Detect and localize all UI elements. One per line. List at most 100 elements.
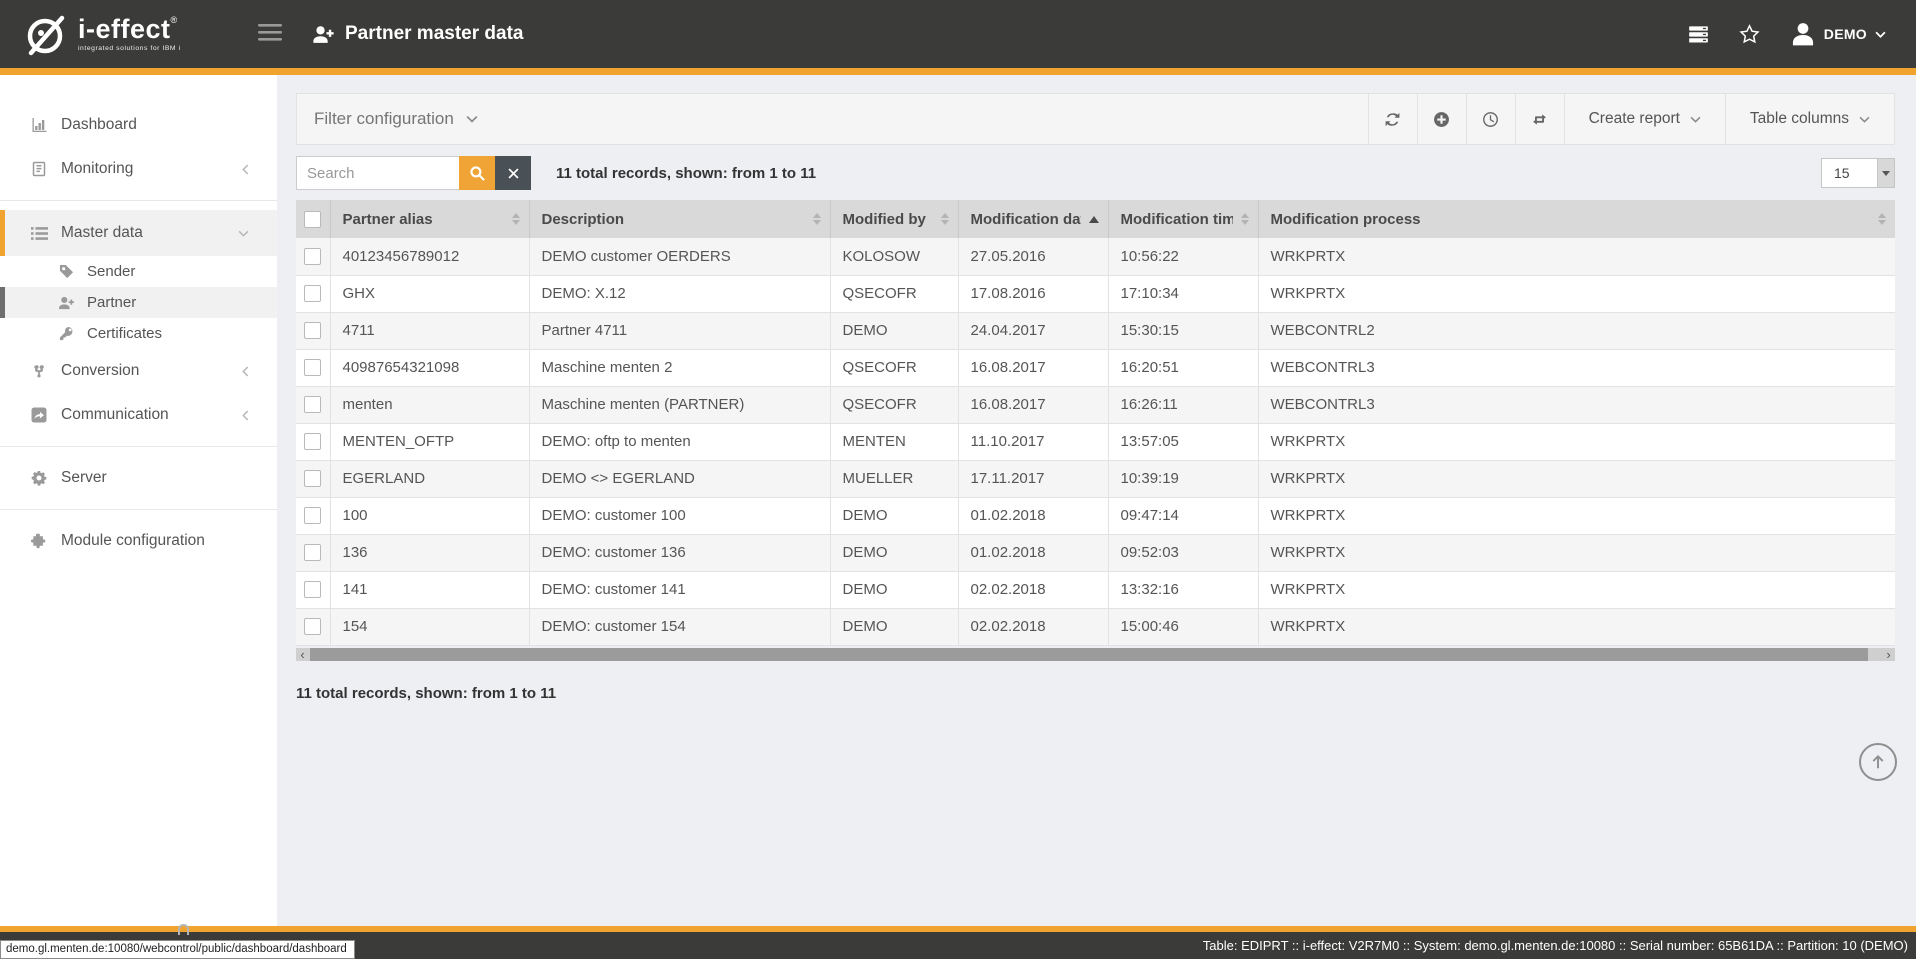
logo-text: i-effect® integrated solutions for IBM i (78, 16, 181, 53)
sidebar-item-sender[interactable]: Sender (0, 256, 277, 287)
clock-icon (1482, 111, 1499, 128)
cell-partner-alias: 136 (330, 534, 529, 571)
table-row[interactable]: mentenMaschine menten (PARTNER)QSECOFR16… (296, 386, 1895, 423)
column-header-description[interactable]: Description (529, 200, 830, 238)
user-menu-label: DEMO (1824, 26, 1867, 42)
cell-description: DEMO <> EGERLAND (529, 460, 830, 497)
search-button[interactable] (459, 156, 495, 190)
user-icon (1790, 21, 1816, 47)
table-row[interactable]: MENTEN_OFTPDEMO: oftp to mentenMENTEN11.… (296, 423, 1895, 460)
history-button[interactable] (1466, 94, 1515, 144)
refresh-button[interactable] (1368, 94, 1417, 144)
row-select-cell (296, 423, 330, 460)
sidebar-item-label: Sender (87, 263, 135, 280)
cell-description: DEMO: customer 136 (529, 534, 830, 571)
search-icon (469, 165, 486, 182)
sidebar-item-conversion[interactable]: Conversion (0, 349, 277, 393)
add-button[interactable] (1417, 94, 1466, 144)
select-all-checkbox[interactable] (304, 211, 321, 228)
sidebar-item-label: Communication (61, 406, 169, 424)
partner-table: Partner aliasDescriptionModified byModif… (296, 200, 1895, 646)
sidebar-item-master-data[interactable]: Master data (0, 210, 277, 256)
user-menu[interactable]: DEMO (1790, 21, 1886, 47)
cell-modified-by: QSECOFR (830, 386, 958, 423)
table-row[interactable]: 40123456789012DEMO customer OERDERSKOLOS… (296, 238, 1895, 275)
sidebar: DashboardMonitoring Master data Sender Part… (0, 75, 277, 926)
row-checkbox[interactable] (304, 359, 321, 376)
row-select-cell (296, 571, 330, 608)
records-summary-bottom: 11 total records, shown: from 1 to 11 (296, 685, 1895, 702)
cell-modification-process: WEBCONTRL3 (1258, 349, 1895, 386)
clear-search-button[interactable] (495, 156, 531, 190)
row-checkbox[interactable] (304, 618, 321, 635)
server-status-button[interactable] (1688, 26, 1709, 43)
gears-icon (29, 470, 49, 486)
table-row[interactable]: EGERLANDDEMO <> EGERLANDMUELLER17.11.201… (296, 460, 1895, 497)
scroll-left-arrow[interactable]: ‹ (296, 648, 309, 661)
cell-modification-process: WRKPRTX (1258, 460, 1895, 497)
cell-partner-alias: EGERLAND (330, 460, 529, 497)
table-row[interactable]: 136DEMO: customer 136DEMO01.02.201809:52… (296, 534, 1895, 571)
transfer-button[interactable] (1515, 94, 1564, 144)
sidebar-item-label: Master data (61, 224, 143, 242)
row-checkbox[interactable] (304, 433, 321, 450)
column-label: Partner alias (343, 211, 433, 228)
table-row[interactable]: 100DEMO: customer 100DEMO01.02.201809:47… (296, 497, 1895, 534)
cell-modification-process: WEBCONTRL2 (1258, 312, 1895, 349)
records-summary-top: 11 total records, shown: from 1 to 11 (556, 165, 816, 182)
cell-partner-alias: 40987654321098 (330, 349, 529, 386)
sidebar-item-server[interactable]: Server (0, 456, 277, 500)
table-row[interactable]: 4711Partner 4711DEMO24.04.201715:30:15WE… (296, 312, 1895, 349)
filter-configuration-dropdown[interactable]: Filter configuration (297, 94, 1368, 144)
chevron-down-icon (1859, 116, 1870, 123)
scroll-right-arrow[interactable]: › (1882, 648, 1895, 661)
column-header-modification-time[interactable]: Modification time (1108, 200, 1258, 238)
row-checkbox[interactable] (304, 470, 321, 487)
menu-toggle-button[interactable] (256, 24, 284, 44)
column-header-modification-process[interactable]: Modification process (1258, 200, 1895, 238)
scrollbar-thumb[interactable] (310, 648, 1868, 661)
column-header-partner-alias[interactable]: Partner alias (330, 200, 529, 238)
page-size-value: 15 (1822, 159, 1877, 187)
row-checkbox[interactable] (304, 396, 321, 413)
cell-modification-time: 13:32:16 (1108, 571, 1258, 608)
cell-modification-time: 10:56:22 (1108, 238, 1258, 275)
filter-toolbar: Filter configuration Create report Table… (296, 93, 1895, 145)
cell-modification-date: 17.08.2016 (958, 275, 1108, 312)
select-all-header (296, 200, 330, 238)
cell-modification-date: 16.08.2017 (958, 386, 1108, 423)
row-checkbox[interactable] (304, 285, 321, 302)
row-checkbox[interactable] (304, 322, 321, 339)
table-row[interactable]: 40987654321098Maschine menten 2QSECOFR16… (296, 349, 1895, 386)
page-size-select[interactable]: 15 (1821, 158, 1895, 188)
table-row[interactable]: GHXDEMO: X.12QSECOFR17.08.201617:10:34WR… (296, 275, 1895, 312)
cell-description: Maschine menten (PARTNER) (529, 386, 830, 423)
row-checkbox[interactable] (304, 544, 321, 561)
sidebar-item-communication[interactable]: Communication (0, 393, 277, 437)
scroll-to-top-button[interactable] (1859, 743, 1897, 781)
row-checkbox[interactable] (304, 507, 321, 524)
table-row[interactable]: 141DEMO: customer 141DEMO02.02.201813:32… (296, 571, 1895, 608)
chevron-left-icon (242, 366, 249, 377)
share-icon (29, 407, 49, 423)
sidebar-item-certificates[interactable]: Certificates (0, 318, 277, 349)
favorites-button[interactable] (1739, 24, 1760, 44)
sidebar-item-label: Certificates (87, 325, 162, 342)
sidebar-item-partner[interactable]: Partner (0, 287, 277, 318)
horizontal-scrollbar[interactable]: ‹ › (296, 648, 1895, 661)
table-columns-button[interactable]: Table columns (1725, 94, 1894, 144)
sidebar-item-module-configuration[interactable]: Module configuration (0, 519, 277, 563)
cell-modification-date: 24.04.2017 (958, 312, 1108, 349)
column-header-modified-by[interactable]: Modified by (830, 200, 958, 238)
accent-stripe-top (0, 68, 1916, 75)
table-row[interactable]: 154DEMO: customer 154DEMO02.02.201815:00… (296, 608, 1895, 645)
row-checkbox[interactable] (304, 581, 321, 598)
column-header-modification-date[interactable]: Modification date (958, 200, 1108, 238)
row-checkbox[interactable] (304, 248, 321, 265)
chevron-down-icon (1690, 116, 1701, 123)
sidebar-item-dashboard[interactable]: Dashboard (0, 103, 277, 147)
search-input[interactable] (296, 156, 459, 190)
sidebar-item-monitoring[interactable]: Monitoring (0, 147, 277, 191)
create-report-button[interactable]: Create report (1564, 94, 1725, 144)
cell-modification-time: 15:00:46 (1108, 608, 1258, 645)
